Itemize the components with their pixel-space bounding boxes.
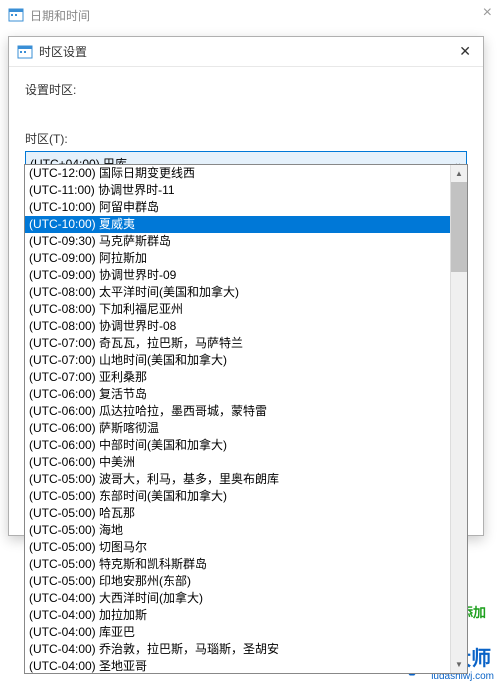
set-timezone-label: 设置时区:: [25, 81, 467, 98]
dropdown-list[interactable]: (UTC-12:00) 国际日期变更线西(UTC-11:00) 协调世界时-11…: [25, 165, 450, 673]
dropdown-item[interactable]: (UTC-04:00) 加拉加斯: [25, 607, 450, 624]
datetime-icon: [17, 44, 33, 60]
dropdown-item[interactable]: (UTC-06:00) 中美洲: [25, 454, 450, 471]
dropdown-item[interactable]: (UTC-12:00) 国际日期变更线西: [25, 165, 450, 182]
dialog-titlebar: 时区设置 ✕: [9, 37, 483, 67]
parent-window-title: 日期和时间: [30, 7, 492, 24]
scrollbar-down-button[interactable]: ▼: [451, 656, 467, 673]
dropdown-item[interactable]: (UTC-06:00) 萨斯喀彻温: [25, 420, 450, 437]
dropdown-item[interactable]: (UTC-05:00) 东部时间(美国和加拿大): [25, 488, 450, 505]
dropdown-item[interactable]: (UTC-05:00) 印地安那州(东部): [25, 573, 450, 590]
parent-close-button[interactable]: ×: [483, 4, 492, 22]
timezone-field-label: 时区(T):: [25, 130, 467, 147]
dropdown-item[interactable]: (UTC-07:00) 山地时间(美国和加拿大): [25, 352, 450, 369]
dropdown-item[interactable]: (UTC-09:00) 协调世界时-09: [25, 267, 450, 284]
dropdown-item[interactable]: (UTC-05:00) 特克斯和凯科斯群岛: [25, 556, 450, 573]
dialog-close-button[interactable]: ✕: [455, 43, 475, 60]
dropdown-item[interactable]: (UTC-04:00) 库亚巴: [25, 624, 450, 641]
dropdown-item[interactable]: (UTC-05:00) 哈瓦那: [25, 505, 450, 522]
triangle-up-icon: ▲: [455, 169, 463, 178]
timezone-dropdown[interactable]: (UTC-12:00) 国际日期变更线西(UTC-11:00) 协调世界时-11…: [24, 164, 468, 674]
dropdown-item[interactable]: (UTC-04:00) 大西洋时间(加拿大): [25, 590, 450, 607]
dropdown-item[interactable]: (UTC-07:00) 亚利桑那: [25, 369, 450, 386]
parent-window-titlebar: 日期和时间 ×: [0, 0, 500, 30]
dropdown-item[interactable]: (UTC-08:00) 太平洋时间(美国和加拿大): [25, 284, 450, 301]
dropdown-item[interactable]: (UTC-11:00) 协调世界时-11: [25, 182, 450, 199]
dropdown-item[interactable]: (UTC-06:00) 瓜达拉哈拉，墨西哥城，蒙特雷: [25, 403, 450, 420]
dropdown-item[interactable]: (UTC-09:00) 阿拉斯加: [25, 250, 450, 267]
dropdown-scrollbar[interactable]: ▲ ▼: [450, 165, 467, 673]
dropdown-item[interactable]: (UTC-10:00) 阿留申群岛: [25, 199, 450, 216]
dropdown-item[interactable]: (UTC-08:00) 协调世界时-08: [25, 318, 450, 335]
scrollbar-thumb[interactable]: [451, 182, 467, 272]
dropdown-item[interactable]: (UTC-10:00) 夏威夷: [25, 216, 450, 233]
dropdown-item[interactable]: (UTC-05:00) 海地: [25, 522, 450, 539]
dropdown-item[interactable]: (UTC-06:00) 复活节岛: [25, 386, 450, 403]
dropdown-item[interactable]: (UTC-09:30) 马克萨斯群岛: [25, 233, 450, 250]
dropdown-item[interactable]: (UTC-04:00) 圣地亚哥: [25, 658, 450, 673]
dropdown-item[interactable]: (UTC-05:00) 切图马尔: [25, 539, 450, 556]
dropdown-item[interactable]: (UTC-08:00) 下加利福尼亚州: [25, 301, 450, 318]
dropdown-item[interactable]: (UTC-05:00) 波哥大，利马，基多，里奥布朗库: [25, 471, 450, 488]
dropdown-item[interactable]: (UTC-07:00) 奇瓦瓦，拉巴斯，马萨特兰: [25, 335, 450, 352]
dialog-title: 时区设置: [39, 43, 455, 60]
datetime-icon: [8, 7, 24, 23]
triangle-down-icon: ▼: [455, 660, 463, 669]
dropdown-item[interactable]: (UTC-04:00) 乔治敦，拉巴斯，马瑙斯，圣胡安: [25, 641, 450, 658]
scrollbar-up-button[interactable]: ▲: [451, 165, 467, 182]
dropdown-item[interactable]: (UTC-06:00) 中部时间(美国和加拿大): [25, 437, 450, 454]
